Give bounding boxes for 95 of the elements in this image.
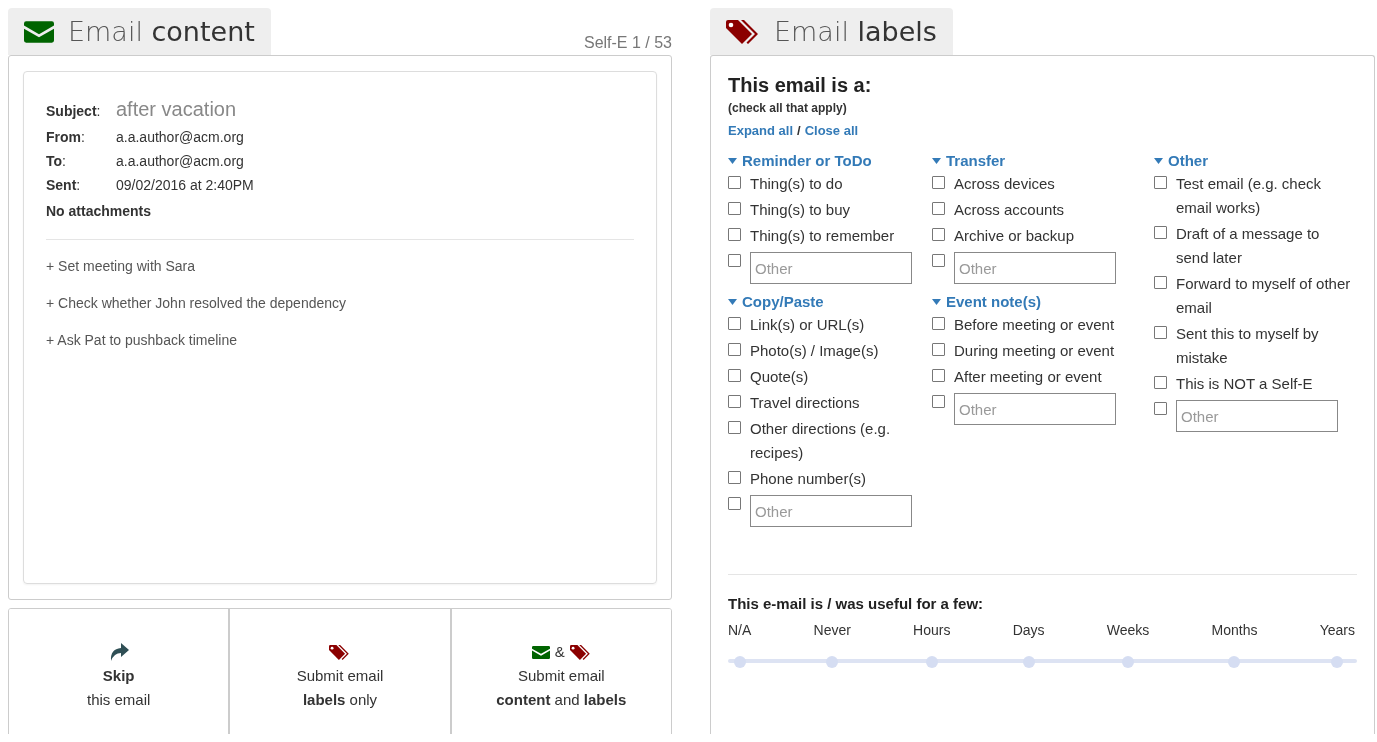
category-toggle[interactable]: Reminder or ToDo: [728, 152, 872, 169]
checkbox[interactable]: [1154, 326, 1167, 339]
checkbox[interactable]: [932, 176, 945, 189]
checkbox[interactable]: [728, 421, 741, 434]
subject-text: after vacation: [116, 98, 238, 121]
share-arrow-icon: [108, 643, 129, 661]
option-label: Before meeting or event: [954, 315, 1115, 335]
skip-button[interactable]: Skip this email: [9, 609, 231, 734]
checkbox[interactable]: [728, 471, 741, 484]
attachments-text: No attachments: [46, 203, 153, 219]
field-label: Subject:: [46, 103, 102, 119]
option-label: Travel directions: [750, 393, 860, 413]
other-field[interactable]: Other: [954, 393, 1116, 425]
checkbox[interactable]: [728, 369, 741, 382]
checkbox[interactable]: [728, 176, 741, 189]
option-label: Thing(s) to buy: [750, 200, 851, 220]
option-label: Link(s) or URL(s): [750, 315, 865, 335]
caret-down-icon: [932, 157, 941, 164]
checkbox[interactable]: [1154, 276, 1167, 289]
form-hint: (check all that apply): [728, 101, 848, 115]
option-label: Sent this to myself by mistake: [1176, 324, 1320, 368]
envelope-icon: [24, 20, 54, 43]
other-field[interactable]: Other: [750, 495, 912, 527]
field-value: a.a.author@acm.org: [116, 129, 245, 145]
caret-down-icon: [932, 298, 941, 305]
field-label: From:: [46, 129, 86, 145]
checkbox[interactable]: [932, 254, 945, 267]
field-label: To:: [46, 153, 67, 169]
checkbox[interactable]: [1154, 176, 1167, 189]
option-label: Quote(s): [750, 367, 809, 387]
option-label: Thing(s) to remember: [750, 226, 895, 246]
collapse-link[interactable]: Close all: [804, 123, 859, 138]
expand-link[interactable]: Expand all: [728, 123, 794, 138]
scale-label: Days: [1012, 622, 1045, 638]
scale-label: N/A: [728, 622, 752, 638]
scale-label: Never: [813, 622, 851, 638]
panel-title: Email content: [68, 16, 255, 47]
option-label: Phone number(s): [750, 469, 866, 489]
scale-label: Hours: [913, 622, 951, 638]
checkbox[interactable]: [932, 395, 945, 408]
checkbox[interactable]: [728, 228, 741, 241]
option-label: Draft of a message to send later: [1176, 224, 1321, 268]
option-label: Forward to myself of other email: [1176, 274, 1352, 318]
checkbox[interactable]: [932, 202, 945, 215]
field-value: a.a.author@acm.org: [116, 153, 245, 169]
checkbox[interactable]: [932, 228, 945, 241]
body-line: + Set meeting with Sara: [46, 258, 197, 274]
envelope-icon: [531, 645, 550, 659]
tags-icon: [569, 644, 591, 660]
category-toggle[interactable]: Copy/Paste: [728, 293, 824, 310]
checkbox[interactable]: [932, 369, 945, 382]
option-label: During meeting or event: [954, 341, 1115, 361]
scale-label: Years: [1319, 622, 1355, 638]
link-separator: /: [797, 123, 801, 138]
other-field[interactable]: Other: [954, 252, 1116, 284]
body-line: + Check whether John resolved the dependency: [46, 295, 348, 311]
field-value: 09/02/2016 at 2:40PM: [116, 177, 255, 193]
option-label: Across accounts: [954, 200, 1065, 220]
checkbox[interactable]: [728, 317, 741, 330]
other-field[interactable]: Other: [750, 252, 912, 284]
category-toggle[interactable]: Event note(s): [932, 293, 1041, 310]
category-toggle[interactable]: Other: [1154, 152, 1208, 169]
checkbox[interactable]: [932, 343, 945, 356]
scale-label: Weeks: [1106, 622, 1150, 638]
option-label: After meeting or event: [954, 367, 1102, 387]
option-label: Thing(s) to do: [750, 174, 843, 194]
checkbox[interactable]: [728, 202, 741, 215]
caret-down-icon: [728, 157, 737, 164]
option-label: Photo(s) / Image(s): [750, 341, 879, 361]
email-counter: Self-E 1 / 53: [583, 34, 672, 53]
checkbox[interactable]: [728, 395, 741, 408]
caret-down-icon: [1154, 157, 1163, 164]
checkbox[interactable]: [1154, 376, 1167, 389]
form-heading: This email is a:: [728, 74, 873, 97]
checkbox[interactable]: [728, 497, 741, 510]
other-field[interactable]: Other: [1176, 400, 1338, 432]
checkbox[interactable]: [728, 254, 741, 267]
tags-icon: [726, 19, 760, 44]
body-line: + Ask Pat to pushback timeline: [46, 332, 239, 348]
tags-icon: [329, 644, 351, 660]
checkbox[interactable]: [1154, 402, 1167, 415]
checkbox[interactable]: [1154, 226, 1167, 239]
field-label: Sent:: [46, 177, 82, 193]
checkbox[interactable]: [728, 343, 741, 356]
option-label: Archive or backup: [954, 226, 1075, 246]
scale-label: Months: [1211, 622, 1258, 638]
option-label: Other directions (e.g. recipes): [750, 419, 892, 463]
option-label: Across devices: [954, 174, 1055, 194]
option-label: Test email (e.g. check email works): [1176, 174, 1323, 218]
category-toggle[interactable]: Transfer: [932, 152, 1006, 169]
caret-down-icon: [728, 298, 737, 305]
scale-title: This e-mail is / was useful for a few:: [728, 595, 985, 612]
option-label: This is NOT a Self-E: [1176, 374, 1313, 394]
panel-title: Email labels: [774, 16, 937, 47]
checkbox[interactable]: [932, 317, 945, 330]
